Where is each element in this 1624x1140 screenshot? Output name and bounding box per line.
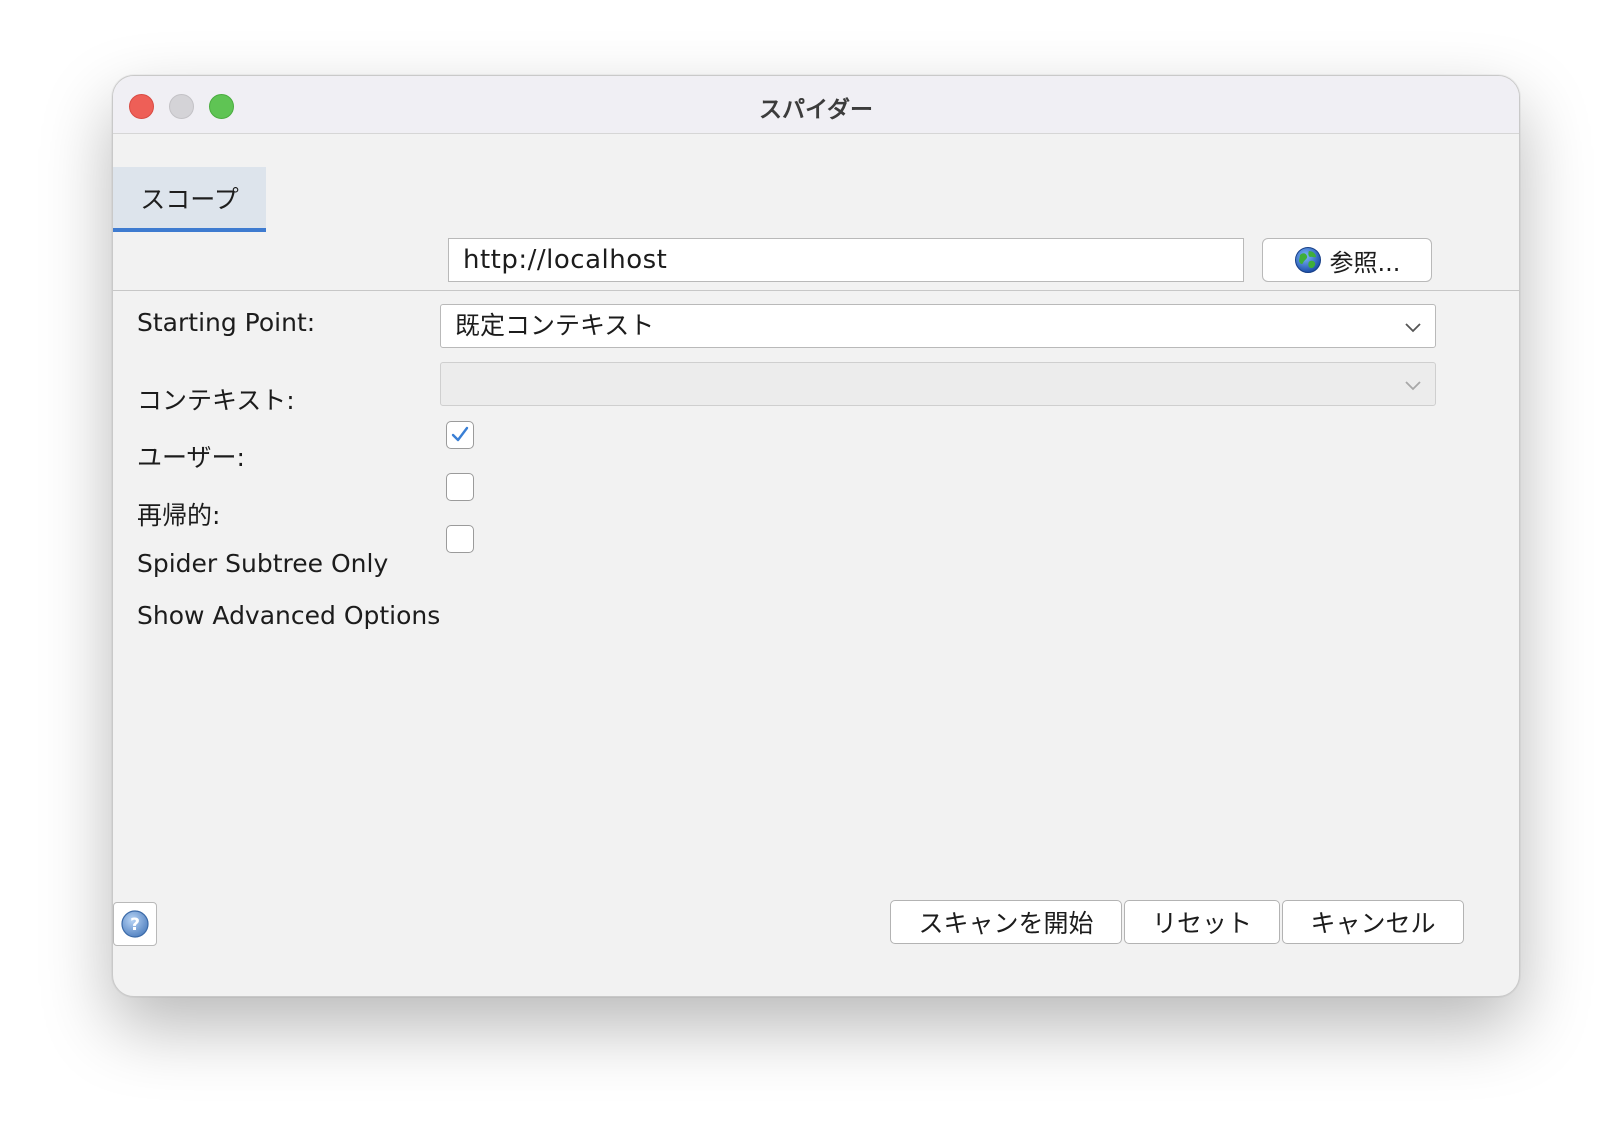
user-select[interactable] bbox=[440, 362, 1436, 406]
help-icon: ? bbox=[121, 910, 149, 938]
title-bar: スパイダー bbox=[113, 76, 1519, 134]
tab-scope[interactable]: スコープ bbox=[113, 167, 266, 232]
help-button[interactable]: ? bbox=[113, 902, 157, 946]
globe-icon bbox=[1294, 247, 1321, 273]
chevron-down-icon bbox=[1405, 381, 1421, 391]
context-select[interactable]: 既定コンテキスト bbox=[440, 304, 1436, 348]
chevron-down-icon bbox=[1405, 323, 1421, 333]
user-label: ユーザー: bbox=[137, 443, 245, 472]
reset-button[interactable]: リセット bbox=[1124, 900, 1280, 944]
window-title: スパイダー bbox=[758, 97, 874, 123]
context-label: コンテキスト: bbox=[137, 386, 295, 415]
starting-point-input[interactable]: http://localhost bbox=[448, 238, 1244, 282]
advanced-options-label: Show Advanced Options bbox=[137, 601, 441, 630]
svg-text:?: ? bbox=[130, 915, 140, 935]
subtree-only-checkbox[interactable] bbox=[446, 473, 474, 501]
recursive-label: 再帰的: bbox=[137, 501, 221, 530]
cancel-button[interactable]: キャンセル bbox=[1282, 900, 1464, 944]
starting-point-label: Starting Point: bbox=[137, 308, 316, 337]
advanced-options-checkbox[interactable] bbox=[446, 525, 474, 553]
browse-button-label: 参照... bbox=[1329, 248, 1401, 277]
subtree-only-label: Spider Subtree Only bbox=[137, 549, 389, 578]
start-scan-button[interactable]: スキャンを開始 bbox=[890, 900, 1122, 944]
spider-dialog: スパイダー スコープ Starting Point: http://localh… bbox=[112, 75, 1520, 997]
tab-divider bbox=[113, 290, 1519, 291]
context-selected-value: 既定コンテキスト bbox=[455, 311, 655, 340]
recursive-checkbox[interactable] bbox=[446, 421, 474, 449]
check-icon bbox=[451, 426, 469, 442]
browse-button[interactable]: 参照... bbox=[1262, 238, 1432, 282]
